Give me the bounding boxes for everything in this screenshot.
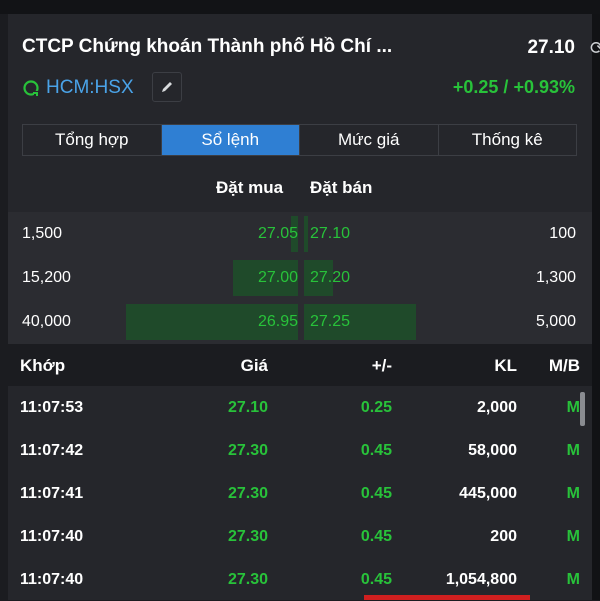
trade-change: 0.45 [360, 485, 392, 502]
pencil-icon [162, 82, 172, 92]
trade-price: 27.30 [227, 485, 268, 502]
trade-volume: 58,000 [468, 442, 517, 459]
bid-price: 27.00 [257, 269, 298, 286]
trade-side: M [566, 442, 580, 459]
top-strip [0, 0, 600, 14]
right-edge [592, 14, 600, 600]
trade-price: 27.10 [227, 399, 268, 416]
trade-time: 11:07:40 [20, 528, 84, 545]
bid-price: 27.05 [257, 225, 298, 242]
exchange-link[interactable]: HCM:HSX [22, 76, 134, 100]
exchange-code: HCM:HSX [46, 77, 134, 98]
trade-time: 11:07:53 [20, 399, 84, 416]
tab-order-book[interactable]: Sổ lệnh [161, 125, 300, 155]
trade-side: M [566, 528, 580, 545]
col-price-header: Giá [240, 356, 268, 375]
trade-volume: 200 [490, 528, 517, 545]
bid-price: 26.95 [257, 313, 298, 330]
trade-volume: 2,000 [476, 399, 517, 416]
trade-price: 27.30 [227, 442, 268, 459]
trade-row[interactable]: 11:07:42 27.30 0.45 58,000 M [8, 429, 592, 472]
bid-header: Đặt mua [216, 178, 284, 197]
trade-row[interactable]: 11:07:40 27.30 0.45 200 M [8, 515, 592, 558]
bid-quantity: 15,200 [22, 269, 71, 286]
ask-price: 27.10 [310, 225, 351, 242]
ask-quantity: 1,300 [535, 269, 576, 286]
trade-side: M [566, 571, 580, 588]
ask-quantity: 5,000 [535, 313, 576, 330]
trade-change: 0.45 [360, 528, 392, 545]
tab-bar: Tổng hợp Sổ lệnh Mức giá Thống kê [22, 124, 577, 156]
expand-icon[interactable]: ⟳ [590, 38, 600, 59]
ask-price: 27.20 [310, 269, 351, 286]
bid-quantity: 40,000 [22, 313, 71, 330]
col-volume-header: KL [494, 356, 517, 375]
trade-time: 11:07:42 [20, 442, 84, 459]
price-change: +0.25 / +0.93% [452, 77, 575, 97]
tab-price-levels[interactable]: Mức giá [300, 125, 439, 155]
order-book-row[interactable]: 40,000 26.95 27.25 5,000 [8, 300, 592, 344]
refresh-icon [23, 80, 39, 96]
trade-side: M [566, 399, 580, 416]
order-book-row[interactable]: 1,500 27.05 27.10 100 [8, 212, 592, 256]
trade-price: 27.30 [227, 571, 268, 588]
ask-header: Đặt bán [310, 178, 373, 197]
stock-title: CTCP Chứng khoán Thành phố Hồ Chí ... [22, 36, 393, 57]
ask-price: 27.25 [310, 313, 351, 330]
trade-change: 0.25 [360, 399, 392, 416]
col-change-header: +/- [371, 356, 392, 375]
trade-change: 0.45 [360, 442, 392, 459]
tab-statistics[interactable]: Thống kê [439, 125, 577, 155]
trade-row[interactable]: 11:07:53 27.10 0.25 2,000 M [8, 386, 592, 429]
trade-row[interactable]: 11:07:41 27.30 0.45 445,000 M [8, 472, 592, 515]
trade-side: M [566, 485, 580, 502]
trade-volume: 445,000 [459, 485, 517, 502]
trade-price: 27.30 [227, 528, 268, 545]
edit-button[interactable] [152, 72, 182, 102]
bid-quantity: 1,500 [22, 225, 63, 242]
trade-header: Khớp Giá +/- KL M/B [8, 344, 592, 386]
ask-depth-bar [304, 216, 308, 252]
col-side-header: M/B [548, 356, 580, 375]
stock-price: 27.10 [527, 37, 575, 58]
trade-time: 11:07:40 [20, 571, 84, 588]
order-book-row[interactable]: 15,200 27.00 27.20 1,300 [8, 256, 592, 300]
trade-time: 11:07:41 [20, 485, 84, 502]
tab-overview[interactable]: Tổng hợp [23, 125, 162, 155]
ask-quantity: 100 [549, 225, 576, 242]
scrollbar-thumb[interactable] [580, 392, 585, 426]
col-time-header: Khớp [20, 356, 66, 375]
red-highlight-bar [364, 595, 530, 600]
